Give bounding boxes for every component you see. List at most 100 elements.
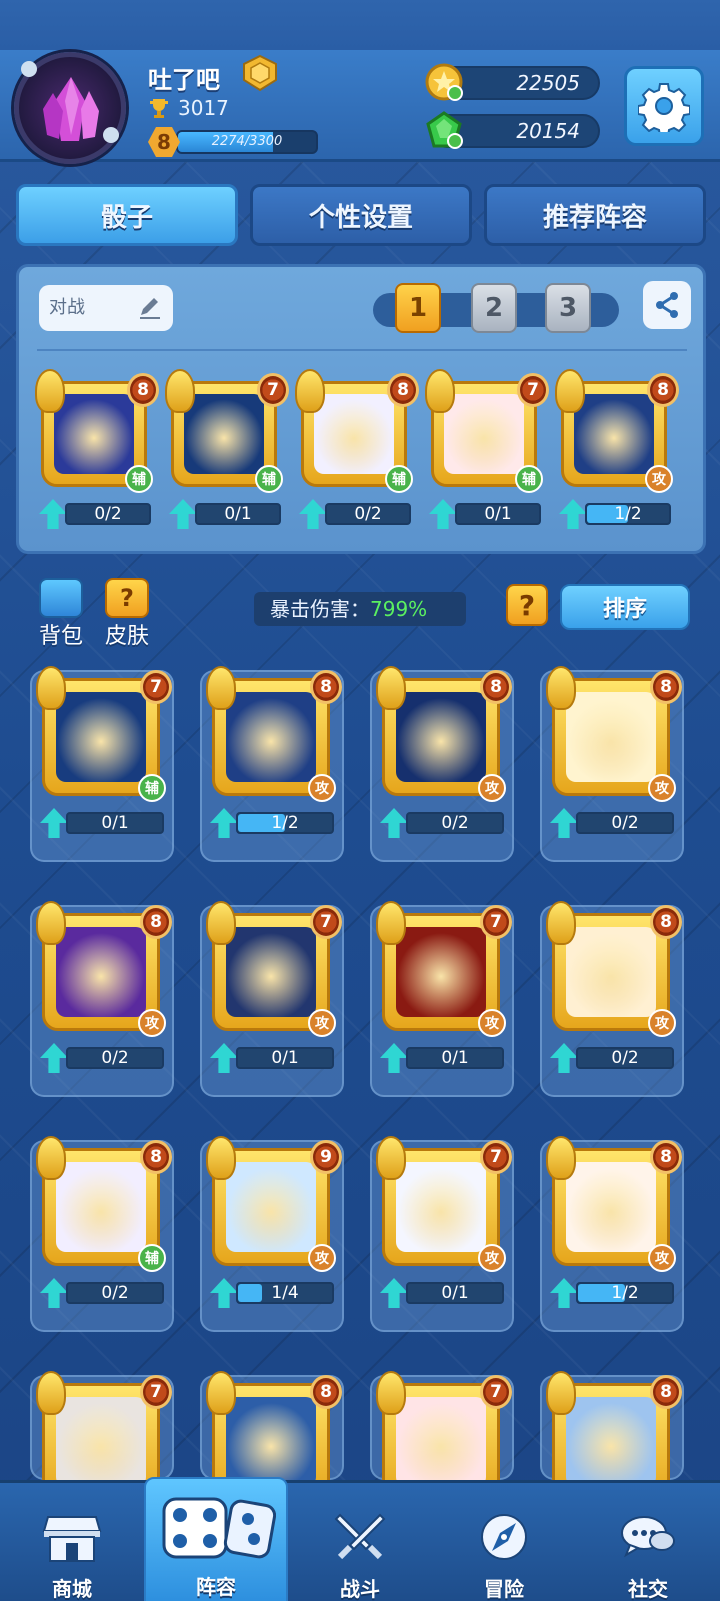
crit-damage-display: 暴击伤害：799% — [254, 592, 466, 626]
role-badge: 攻 — [648, 774, 676, 802]
lineup-name-label: 对战 — [49, 297, 85, 318]
gem-counter[interactable]: 20154 — [426, 111, 600, 149]
role-badge: 辅 — [125, 465, 153, 493]
dragon-ornament-icon — [376, 901, 406, 945]
sort-button[interactable]: 排序 — [560, 584, 690, 630]
collection-card[interactable]: 8 攻 0/2 — [36, 899, 178, 1087]
dragon-ornament-icon — [36, 1136, 66, 1180]
nav-social[interactable]: 社交 — [576, 1483, 720, 1601]
upgrade-progress-bar: 0/1 — [195, 503, 281, 525]
dice-level-badge: 8 — [310, 1375, 342, 1409]
collection-card[interactable]: 7 攻 0/1 — [376, 899, 518, 1087]
upgrade-progress-text: 0/1 — [101, 813, 129, 833]
nav-adventure-label: 冒险 — [484, 1577, 524, 1601]
collection-card[interactable]: 7 攻 0/1 — [206, 899, 348, 1087]
upgrade-progress-bar: 0/2 — [66, 1047, 164, 1069]
tab-personalization[interactable]: 个性设置 — [250, 184, 472, 246]
xp-text: 2274/3300 — [211, 134, 283, 149]
gold-counter[interactable]: 22505 — [425, 63, 600, 101]
collection-card[interactable]: 8 攻 0/2 — [376, 664, 518, 852]
upgrade-arrow-icon — [380, 808, 408, 838]
deck-1-button[interactable]: 1 — [395, 283, 441, 333]
crit-damage-label: 暴击伤害： — [270, 597, 370, 621]
share-button[interactable] — [643, 281, 691, 329]
lineup_cards-card[interactable]: 7 辅 0/1 — [425, 367, 555, 543]
collection-card[interactable]: 9 攻 1/4 — [206, 1134, 348, 1322]
tab-dice[interactable]: 骰子 — [16, 184, 238, 246]
trophy-count: 3017 — [148, 96, 229, 120]
dragon-ornament-icon — [36, 666, 66, 710]
nav-battle-label: 战斗 — [340, 1577, 380, 1601]
nav-shop[interactable]: 商城 — [0, 1483, 144, 1601]
role-badge: 攻 — [138, 1009, 166, 1037]
dice-level-badge: 8 — [387, 373, 419, 407]
upgrade-progress-bar: 0/2 — [325, 503, 411, 525]
role-badge: 攻 — [648, 1244, 676, 1272]
deck-2-button[interactable]: 2 — [471, 283, 517, 333]
skull-icon — [103, 127, 119, 143]
edit-pencil-icon[interactable] — [137, 295, 163, 321]
upgrade-progress-bar: 0/1 — [66, 812, 164, 834]
level-badge: 8 — [148, 126, 180, 158]
dice-level-badge: 7 — [517, 373, 549, 407]
dragon-ornament-icon — [555, 369, 585, 413]
upgrade-arrow-icon — [299, 499, 327, 529]
upgrade-progress-bar: 0/1 — [455, 503, 541, 525]
upgrade-arrow-icon — [429, 499, 457, 529]
lineup_cards-card[interactable]: 8 辅 0/2 — [35, 367, 165, 543]
backpack-label: 背包 — [38, 624, 83, 649]
nav-social-label: 社交 — [628, 1577, 668, 1601]
dragon-ornament-icon — [295, 369, 325, 413]
collection-card[interactable]: 7 辅 0/1 — [36, 664, 178, 852]
role-badge: 攻 — [478, 1009, 506, 1037]
collection-card[interactable]: 8 攻 1/2 — [206, 664, 348, 852]
upgrade-arrow-icon — [210, 1278, 238, 1308]
backpack-icon — [39, 578, 83, 618]
nav-battle[interactable]: 战斗 — [288, 1483, 432, 1601]
flame-banner-icon — [566, 1162, 656, 1252]
lineup_cards-card[interactable]: 8 辅 0/2 — [295, 367, 425, 543]
xp-bar: 2274/3300 — [176, 130, 318, 154]
upgrade-arrow-icon — [40, 1043, 68, 1073]
nav-lineup[interactable]: 阵容 — [144, 1477, 288, 1601]
role-badge: 攻 — [648, 1009, 676, 1037]
collection-card[interactable]: 8 攻 0/2 — [546, 664, 688, 852]
deck-3-button[interactable]: 3 — [545, 283, 591, 333]
collection-card[interactable]: 8 攻 0/2 — [546, 899, 688, 1087]
dice-level-badge: 8 — [650, 905, 682, 939]
gold-value: 22505 — [516, 71, 580, 95]
lineup_cards-card[interactable]: 7 辅 0/1 — [165, 367, 295, 543]
help-button[interactable]: ? — [506, 584, 548, 626]
backpack-button[interactable]: 背包 — [34, 578, 88, 650]
green-gem-icon — [426, 111, 463, 149]
collection-card[interactable]: 8 攻 1/2 — [546, 1134, 688, 1322]
lineup_cards-card[interactable]: 8 攻 1/2 — [555, 367, 685, 543]
role-badge: 辅 — [515, 465, 543, 493]
dragon-ornament-icon — [36, 901, 66, 945]
libra-scales-icon — [56, 692, 146, 782]
lightning-sword-icon — [396, 1162, 486, 1252]
upgrade-progress-bar: 1/4 — [236, 1282, 334, 1304]
collection-card[interactable]: 7 攻 0/1 — [376, 1134, 518, 1322]
gem-value: 20154 — [516, 119, 580, 143]
tab-bar: 骰子 个性设置 推荐阵容 — [16, 184, 706, 246]
upgrade-progress-text: 0/1 — [271, 1048, 299, 1068]
upgrade-progress-text: 1/2 — [614, 504, 642, 524]
tab-recommended-lineup[interactable]: 推荐阵容 — [484, 184, 706, 246]
avatar[interactable] — [14, 52, 126, 164]
lineup-name-field[interactable]: 对战 — [39, 285, 173, 331]
role-badge: 辅 — [138, 774, 166, 802]
skin-button[interactable]: ? 皮肤 — [100, 578, 154, 650]
rank-badge-icon[interactable] — [240, 54, 280, 92]
collection-card[interactable]: 8 辅 0/2 — [36, 1134, 178, 1322]
dice-level-badge: 7 — [140, 670, 172, 704]
trophy-value: 3017 — [178, 96, 229, 120]
upgrade-arrow-icon — [40, 808, 68, 838]
upgrade-progress-bar: 1/2 — [585, 503, 671, 525]
dragon-ornament-icon — [206, 1371, 236, 1415]
settings-button[interactable] — [624, 66, 704, 146]
nav-adventure[interactable]: 冒险 — [432, 1483, 576, 1601]
upgrade-progress-bar: 0/1 — [406, 1282, 504, 1304]
share-icon — [656, 292, 678, 318]
role-badge: 攻 — [645, 465, 673, 493]
